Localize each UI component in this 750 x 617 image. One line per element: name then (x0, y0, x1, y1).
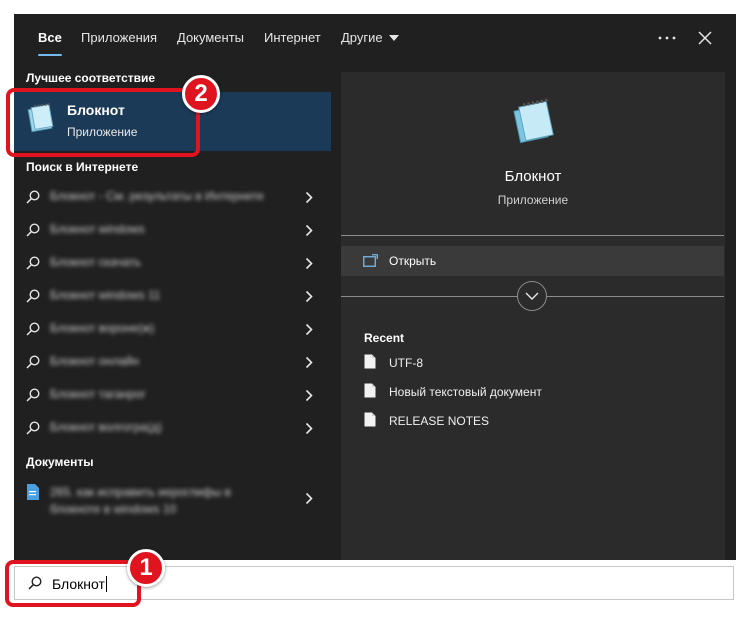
search-icon (26, 421, 40, 435)
search-icon (26, 289, 40, 303)
more-options-button[interactable] (651, 22, 683, 54)
more-dots-icon (658, 36, 676, 40)
search-icon (26, 322, 40, 336)
chevron-right-icon (305, 257, 313, 270)
tab-internet[interactable]: Интернет (264, 14, 321, 62)
document-result[interactable]: 265. как исправить иероглифы в блокноте … (14, 476, 331, 524)
recent-item[interactable]: UTF-8 (364, 353, 704, 375)
file-icon (364, 383, 376, 398)
tab-label: Все (38, 30, 62, 45)
highlight-best-match (6, 88, 200, 157)
web-result-label: Блокнот вороне(ж) (50, 321, 155, 335)
divider (341, 235, 724, 236)
web-result-item[interactable]: Блокнот скачать (14, 247, 331, 280)
preview-app-name: Блокнот (504, 168, 562, 185)
close-icon (698, 31, 712, 45)
search-icon (26, 223, 40, 237)
search-icon (26, 256, 40, 270)
active-tab-indicator (38, 54, 62, 56)
close-button[interactable] (689, 22, 721, 54)
web-result-label: Блокнот волгогра(д) (50, 420, 162, 434)
tab-label: Интернет (264, 30, 321, 45)
chevron-down-icon (388, 34, 399, 41)
chevron-right-icon (305, 356, 313, 369)
best-match-heading: Лучшее соответствие (26, 71, 156, 85)
chevron-right-icon (305, 389, 313, 402)
web-result-item[interactable]: Блокнот windows (14, 214, 331, 247)
tab-label: Другие (341, 30, 383, 45)
recent-item[interactable]: Новый текстовый документ (364, 382, 704, 404)
chevron-right-icon (305, 224, 313, 237)
recent-item-label: RELEASE NOTES (389, 414, 490, 428)
open-icon (363, 254, 378, 267)
tab-documents[interactable]: Документы (177, 14, 244, 62)
expand-button[interactable] (517, 281, 547, 311)
web-result-label: Блокнот скачать (50, 255, 142, 269)
recent-item-label: UTF-8 (389, 356, 423, 370)
open-button[interactable]: Открыть (341, 246, 724, 276)
web-result-label: Блокнот онлайн (50, 354, 139, 368)
tab-other[interactable]: Другие (341, 14, 399, 62)
web-result-label: Блокнот - См. результаты в Интернете (50, 189, 264, 203)
search-icon (26, 388, 40, 402)
chevron-down-icon (525, 292, 539, 300)
search-icon (26, 190, 40, 204)
chevron-right-icon (305, 323, 313, 336)
recent-item[interactable]: RELEASE NOTES (364, 411, 704, 433)
tab-apps[interactable]: Приложения (81, 14, 157, 62)
tab-label: Приложения (81, 30, 158, 45)
chevron-right-icon (305, 422, 313, 435)
tab-all[interactable]: Все (38, 14, 62, 62)
open-label: Открыть (389, 254, 437, 268)
documents-heading: Документы (26, 455, 94, 469)
document-icon (27, 484, 39, 500)
notepad-icon (513, 98, 554, 144)
web-result-item[interactable]: Блокнот онлайн (14, 346, 331, 379)
recent-item-label: Новый текстовый документ (389, 385, 542, 399)
file-icon (364, 354, 376, 369)
web-result-label: Блокнот windows (50, 222, 145, 236)
preview-app-kind: Приложение (497, 193, 569, 207)
web-search-heading: Поиск в Интернете (26, 160, 139, 174)
chevron-right-icon (305, 191, 313, 204)
recent-heading: Recent (364, 331, 405, 345)
callout-badge-1: 1 (127, 549, 165, 587)
file-icon (364, 412, 376, 427)
tab-label: Документы (177, 30, 245, 45)
web-result-item[interactable]: Блокнот таганрог (14, 379, 331, 412)
chevron-right-icon (305, 290, 313, 303)
document-result-label: 265. как исправить иероглифы в блокноте … (50, 485, 231, 516)
web-result-item[interactable]: Блокнот волгогра(д) (14, 412, 331, 445)
web-result-item[interactable]: Блокнот вороне(ж) (14, 313, 331, 346)
web-result-item[interactable]: Блокнот - См. результаты в Интернете (14, 181, 331, 214)
preview-panel: Блокнот Приложение Открыть Recent UTF-8 Н… (341, 72, 725, 560)
web-result-item[interactable]: Блокнот windows 11 (14, 280, 331, 313)
web-result-label: Блокнот таганрог (50, 387, 146, 401)
tab-bar: Все Приложения Документы Интернет Другие (14, 14, 736, 62)
highlight-search-box (5, 560, 141, 607)
web-result-label: Блокнот windows 11 (50, 288, 161, 302)
callout-badge-2: 2 (182, 75, 220, 113)
search-icon (26, 355, 40, 369)
chevron-right-icon (305, 492, 313, 505)
